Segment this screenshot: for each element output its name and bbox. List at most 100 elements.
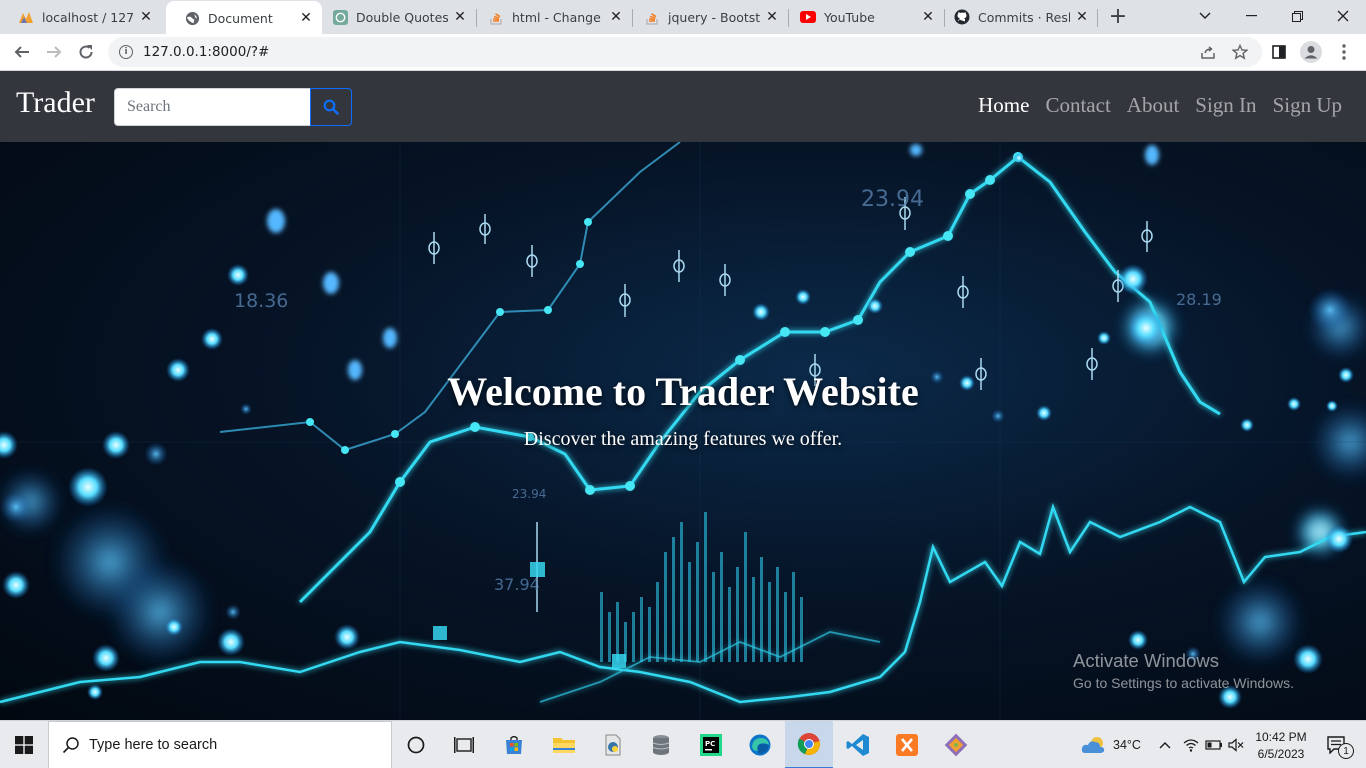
nav-link-home[interactable]: Home xyxy=(978,93,1029,118)
svg-text:PC: PC xyxy=(705,740,715,748)
xampp-icon xyxy=(896,734,918,756)
tab-title: YouTube xyxy=(824,9,875,25)
close-icon[interactable]: ✕ xyxy=(138,9,154,25)
close-icon xyxy=(1337,10,1349,22)
chrome-icon xyxy=(797,733,820,755)
youtube-icon xyxy=(800,9,816,25)
pycharm-button[interactable]: PC xyxy=(687,721,735,768)
restore-button[interactable] xyxy=(1274,0,1320,32)
git-app-button[interactable] xyxy=(932,721,980,768)
microsoft-store-button[interactable] xyxy=(490,721,538,768)
globe-icon xyxy=(184,10,200,26)
git-icon xyxy=(944,733,968,757)
show-hidden-icons-button[interactable] xyxy=(1154,721,1176,768)
weather-temperature: 34°C xyxy=(1113,738,1141,752)
tab-title: Commits · Reshn xyxy=(978,9,1070,25)
browser-tab-chatgpt[interactable]: Double Quotes Ic ✕ xyxy=(314,0,476,34)
speaker-muted-icon xyxy=(1228,738,1244,752)
nav-link-contact[interactable]: Contact xyxy=(1045,93,1110,118)
xampp-button[interactable] xyxy=(883,721,931,768)
stackoverflow-icon xyxy=(488,9,504,25)
reload-button[interactable] xyxy=(72,38,100,66)
clock-time: 10:42 PM xyxy=(1255,730,1307,744)
network-button[interactable] xyxy=(1180,721,1202,768)
profile-button[interactable] xyxy=(1297,38,1325,66)
address-bar[interactable]: i 127.0.0.1:8000/?# xyxy=(108,37,1262,67)
chart-figure-37-94: 37.94 xyxy=(494,575,540,594)
bookmark-star-icon[interactable] xyxy=(1228,37,1252,67)
nav-link-about[interactable]: About xyxy=(1127,93,1180,118)
new-tab-button[interactable]: + xyxy=(1106,5,1130,29)
task-view-button[interactable] xyxy=(440,721,488,768)
chatgpt-icon xyxy=(332,9,348,25)
notification-center-button[interactable]: 1 xyxy=(1316,721,1358,768)
python-file-icon xyxy=(605,734,621,756)
restore-icon xyxy=(1291,10,1303,22)
browser-tab-strip: localhost / 127.0. ✕ Document ✕ Double Q… xyxy=(0,0,1366,35)
url-text: 127.0.0.1:8000/?# xyxy=(143,44,270,60)
battery-button[interactable] xyxy=(1203,721,1225,768)
browser-tab-document[interactable]: Document ✕ xyxy=(166,1,322,35)
folder-icon xyxy=(553,738,575,753)
edge-button[interactable] xyxy=(736,721,784,768)
close-icon[interactable]: ✕ xyxy=(298,10,314,26)
avatar-icon xyxy=(1300,41,1322,63)
close-icon[interactable]: ✕ xyxy=(452,9,468,25)
close-icon[interactable]: ✕ xyxy=(920,9,936,25)
wifi-icon xyxy=(1183,739,1199,752)
back-button[interactable] xyxy=(8,38,36,66)
tab-title: Double Quotes Ic xyxy=(356,9,448,25)
info-icon[interactable]: i xyxy=(119,45,133,59)
start-button[interactable] xyxy=(0,721,48,768)
pycharm-icon: PC xyxy=(700,734,722,756)
browser-tab-youtube[interactable]: YouTube ✕ xyxy=(782,0,944,34)
reload-icon xyxy=(79,45,93,59)
tab-search-button[interactable] xyxy=(1182,0,1228,32)
tab-title: localhost / 127.0. xyxy=(42,9,134,25)
chart-figure-18-36: 18.36 xyxy=(234,290,288,312)
browser-tab-stackoverflow-2[interactable]: jquery - Bootstra ✕ xyxy=(626,0,788,34)
browser-tab-stackoverflow-1[interactable]: html - Change ar ✕ xyxy=(470,0,632,34)
file-explorer-button[interactable] xyxy=(540,721,588,768)
share-icon[interactable] xyxy=(1196,37,1220,67)
edge-icon xyxy=(749,734,771,756)
site-navbar: Trader Home Contact About Sign In Sign U… xyxy=(0,71,1366,142)
chart-figure-small: 23.94 xyxy=(512,487,546,501)
tab-title: jquery - Bootstra xyxy=(668,9,760,25)
minimize-icon xyxy=(1245,15,1257,17)
nav-link-sign-in[interactable]: Sign In xyxy=(1195,93,1256,118)
side-panel-button[interactable] xyxy=(1265,38,1293,66)
minimize-button[interactable] xyxy=(1228,0,1274,32)
site-brand[interactable]: Trader xyxy=(16,86,95,120)
taskbar-clock[interactable]: 10:42 PM 6/5/2023 xyxy=(1252,729,1310,763)
tab-title: html - Change ar xyxy=(512,9,604,25)
vscode-button[interactable] xyxy=(834,721,882,768)
browser-tab-phpmyadmin[interactable]: localhost / 127.0. ✕ xyxy=(0,0,162,34)
github-icon xyxy=(954,9,970,25)
browser-tab-github[interactable]: Commits · Reshn ✕ xyxy=(936,0,1098,34)
browser-menu-button[interactable] xyxy=(1330,38,1358,66)
notification-badge: 1 xyxy=(1338,743,1354,759)
forward-button[interactable] xyxy=(40,38,68,66)
taskbar-search-box[interactable]: Type here to search xyxy=(48,721,392,768)
chrome-button[interactable] xyxy=(785,721,833,768)
close-icon[interactable]: ✕ xyxy=(608,9,624,25)
weather-widget[interactable]: 34°C xyxy=(1078,721,1144,768)
site-search-input[interactable] xyxy=(114,88,311,126)
nav-link-sign-up[interactable]: Sign Up xyxy=(1273,93,1342,118)
database-app-button[interactable] xyxy=(637,721,685,768)
close-icon[interactable]: ✕ xyxy=(1074,9,1090,25)
tab-title: Document xyxy=(208,10,273,26)
tab-separator xyxy=(1097,9,1098,27)
arrow-right-icon xyxy=(47,46,62,58)
close-window-button[interactable] xyxy=(1320,0,1366,32)
python-app-button[interactable] xyxy=(589,721,637,768)
close-icon[interactable]: ✕ xyxy=(764,9,780,25)
volume-button[interactable] xyxy=(1225,721,1247,768)
cortana-button[interactable] xyxy=(392,721,440,768)
activate-windows-watermark: Activate Windows Go to Settings to activ… xyxy=(1073,650,1294,691)
phpmyadmin-icon xyxy=(18,9,34,25)
site-search-button[interactable] xyxy=(310,88,352,126)
search-icon xyxy=(61,735,81,755)
watermark-subtitle: Go to Settings to activate Windows. xyxy=(1073,675,1294,691)
